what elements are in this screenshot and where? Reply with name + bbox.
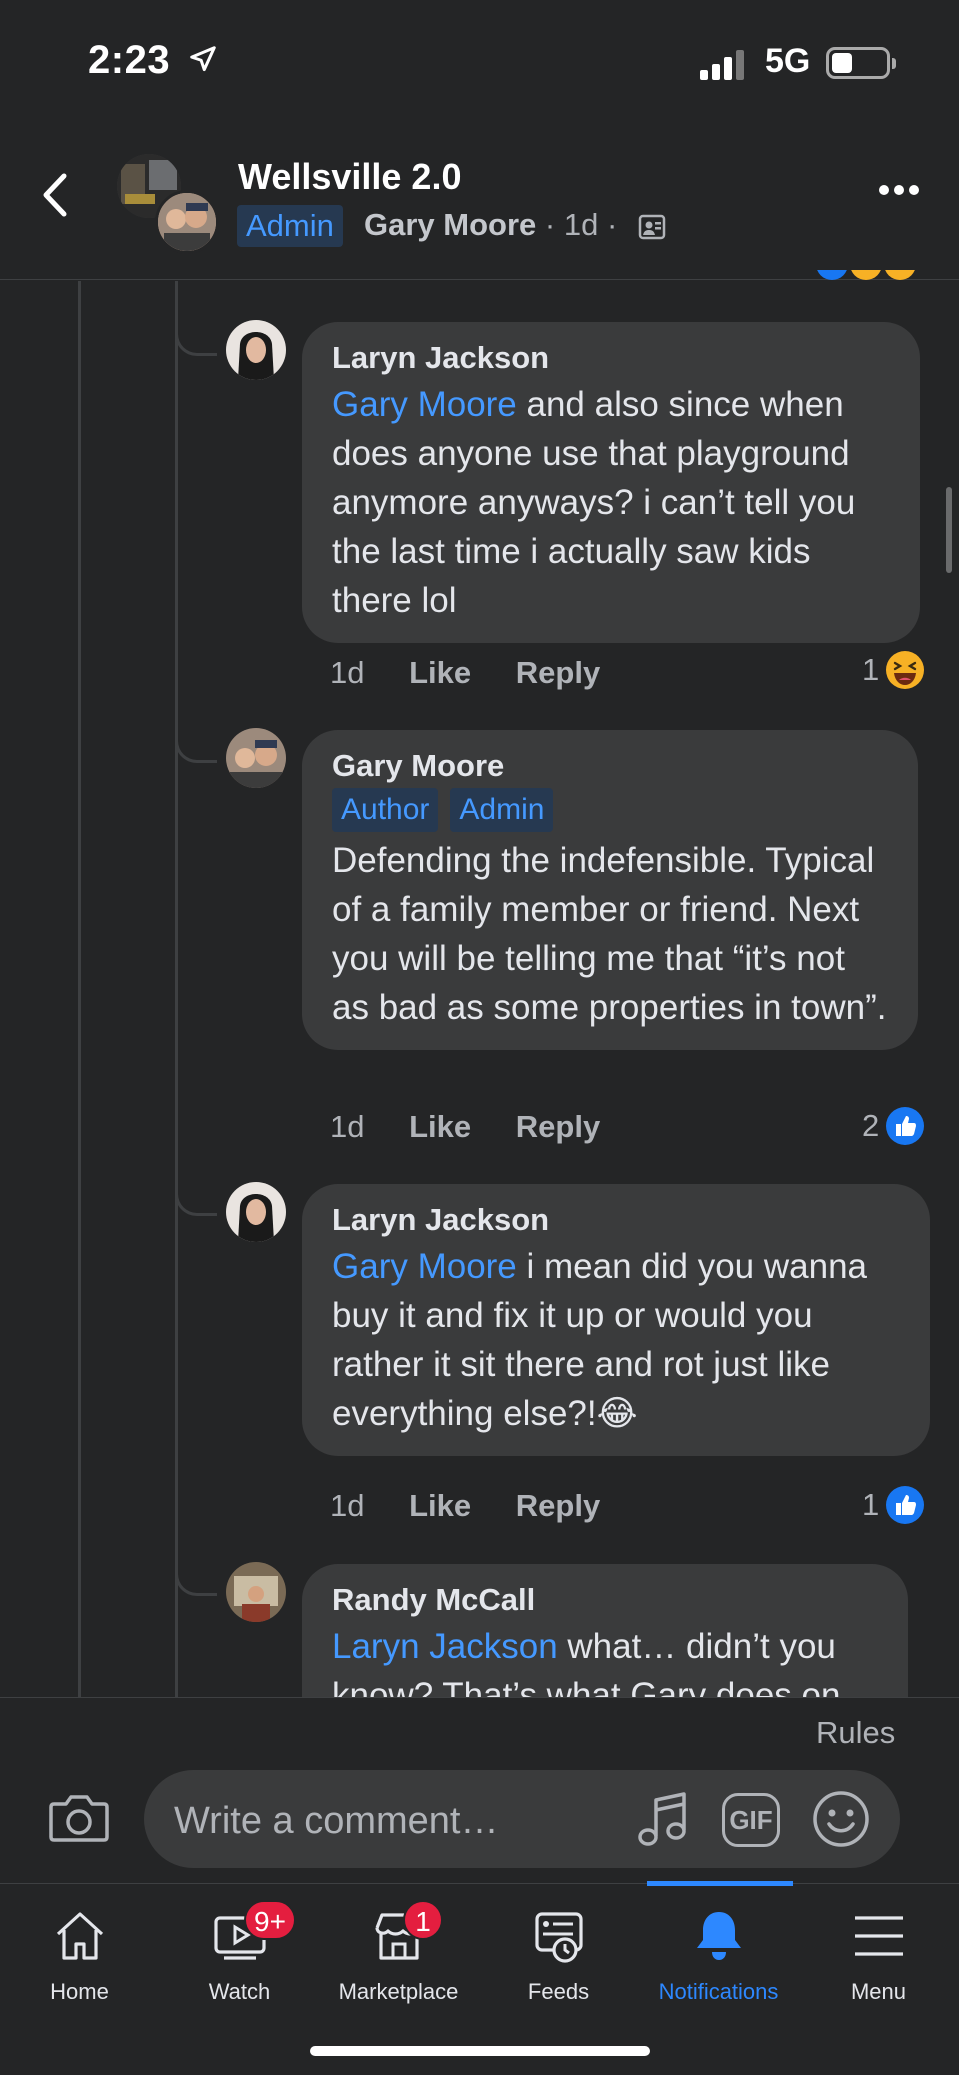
thread-connector xyxy=(175,1160,217,1216)
home-indicator[interactable] xyxy=(310,2046,650,2056)
commenter-tags: Author Admin xyxy=(332,788,888,836)
author-tag: Author xyxy=(332,788,439,832)
author-avatar[interactable] xyxy=(155,190,219,254)
music-note-icon[interactable] xyxy=(636,1790,690,1850)
meta-separator: · xyxy=(544,207,564,242)
tab-menu[interactable]: Menu xyxy=(799,1906,958,2005)
tab-label: Home xyxy=(50,1979,109,2004)
comment-bubble: Gary Moore Author Admin Defending the ind… xyxy=(302,730,918,1050)
like-icon xyxy=(886,1486,925,1524)
comment-text: Gary Moore i mean did you wanna buy it a… xyxy=(332,1242,900,1438)
clipped-comment: Randy McCall Laryn Jackson what… didn’t … xyxy=(302,1564,908,1697)
comment-actions: 1d Like Reply xyxy=(330,655,600,691)
notification-badge: 9+ xyxy=(244,1900,296,1940)
camera-icon[interactable] xyxy=(48,1790,110,1846)
battery-icon xyxy=(826,47,890,79)
location-arrow-icon xyxy=(190,46,216,72)
commenter-name[interactable]: Randy McCall xyxy=(332,1582,878,1618)
reaction-count: 1 xyxy=(862,1487,880,1522)
emoji-smile-icon[interactable] xyxy=(812,1790,870,1848)
tab-feeds[interactable]: Feeds xyxy=(479,1906,638,2005)
thread-line-inner xyxy=(175,281,178,1697)
commenter-name[interactable]: Gary Moore xyxy=(332,748,888,784)
post-meta: Gary Moore · 1d · xyxy=(364,207,617,243)
group-audience-icon xyxy=(638,214,666,240)
battery-tip xyxy=(892,58,896,69)
reply-button[interactable]: Reply xyxy=(516,1109,600,1144)
commenter-name[interactable]: Laryn Jackson xyxy=(332,1202,900,1238)
reply-button[interactable]: Reply xyxy=(516,1488,600,1523)
comment-text: Laryn Jackson what… didn’t you know? Tha… xyxy=(332,1622,878,1697)
comment-age[interactable]: 1d xyxy=(330,655,364,690)
more-options-icon[interactable] xyxy=(878,183,920,197)
comment-input-placeholder[interactable]: Write a comment… xyxy=(174,1800,498,1843)
notification-badge: 1 xyxy=(403,1900,443,1940)
thread-line-outer xyxy=(78,281,81,1697)
status-bar: 2:23 5G xyxy=(0,0,959,120)
reply-button[interactable]: Reply xyxy=(516,655,600,690)
signal-icon xyxy=(700,50,744,80)
comment-bubble: Laryn Jackson Gary Moore and also since … xyxy=(302,322,920,643)
thread-connector xyxy=(175,300,217,356)
commenter-avatar[interactable] xyxy=(226,1182,286,1242)
home-icon xyxy=(56,1912,103,1960)
tab-marketplace[interactable]: Marketplace 1 xyxy=(319,1900,478,2005)
comment-body: Defending the indefensible. Typical of a… xyxy=(332,841,887,1027)
reaction-summary[interactable]: 1 xyxy=(862,650,925,690)
commenter-avatar[interactable] xyxy=(226,1562,286,1622)
back-chevron-icon[interactable] xyxy=(40,170,70,220)
reaction-summary[interactable]: 1 xyxy=(862,1485,925,1525)
hamburger-menu-icon xyxy=(854,1916,903,1956)
comment-age[interactable]: 1d xyxy=(330,1109,364,1144)
tab-label: Feeds xyxy=(527,1979,590,2004)
bell-icon xyxy=(696,1912,741,1960)
reaction-count: 1 xyxy=(862,652,880,687)
tab-notifications[interactable]: Notifications xyxy=(639,1906,798,2005)
gif-button[interactable]: GIF xyxy=(722,1793,780,1847)
comment-bubble: Laryn Jackson Gary Moore i mean did you … xyxy=(302,1184,930,1456)
mention-link[interactable]: Laryn Jackson xyxy=(332,1627,558,1666)
tab-label: Marketplace xyxy=(338,1979,459,2004)
laugh-emoji-icon xyxy=(886,651,925,689)
reaction-count: 2 xyxy=(862,1108,880,1143)
comment-actions: 1d Like Reply xyxy=(330,1488,600,1524)
mention-link[interactable]: Gary Moore xyxy=(332,1247,517,1286)
tab-watch[interactable]: Watch 9+ xyxy=(160,1900,319,2005)
tab-label: Watch xyxy=(208,1979,271,2004)
thread-connector xyxy=(175,1540,217,1596)
like-button[interactable]: Like xyxy=(409,655,471,690)
feeds-icon xyxy=(534,1912,583,1963)
like-icon xyxy=(886,1107,925,1145)
active-tab-indicator xyxy=(647,1881,793,1886)
commenter-avatar[interactable] xyxy=(226,320,286,380)
admin-badge: Admin xyxy=(237,205,343,247)
tab-home[interactable]: Home xyxy=(0,1906,159,2005)
status-time: 2:23 xyxy=(88,38,171,82)
comment-actions: 1d Like Reply xyxy=(330,1109,600,1145)
reaction-summary[interactable]: 2 xyxy=(862,1106,925,1146)
thread-connector xyxy=(175,707,217,763)
admin-tag: Admin xyxy=(450,788,554,832)
rules-link[interactable]: Rules xyxy=(816,1715,895,1751)
comment-bubble: Randy McCall Laryn Jackson what… didn’t … xyxy=(302,1564,908,1697)
scrollbar[interactable] xyxy=(946,487,952,573)
tab-label: Menu xyxy=(850,1979,907,2004)
group-title[interactable]: Wellsville 2.0 xyxy=(238,156,461,198)
network-label: 5G xyxy=(765,42,811,80)
comment-text: Gary Moore and also since when does anyo… xyxy=(332,380,890,625)
mention-link[interactable]: Gary Moore xyxy=(332,385,517,424)
commenter-name[interactable]: Laryn Jackson xyxy=(332,340,890,376)
clipped-reactions xyxy=(810,270,930,284)
meta-separator: · xyxy=(606,207,618,242)
commenter-avatar[interactable] xyxy=(226,728,286,788)
post-author[interactable]: Gary Moore xyxy=(364,207,536,242)
tab-label: Notifications xyxy=(658,1979,779,2004)
comment-age[interactable]: 1d xyxy=(330,1488,364,1523)
like-button[interactable]: Like xyxy=(409,1488,471,1523)
like-button[interactable]: Like xyxy=(409,1109,471,1144)
post-age[interactable]: 1d xyxy=(564,207,598,242)
